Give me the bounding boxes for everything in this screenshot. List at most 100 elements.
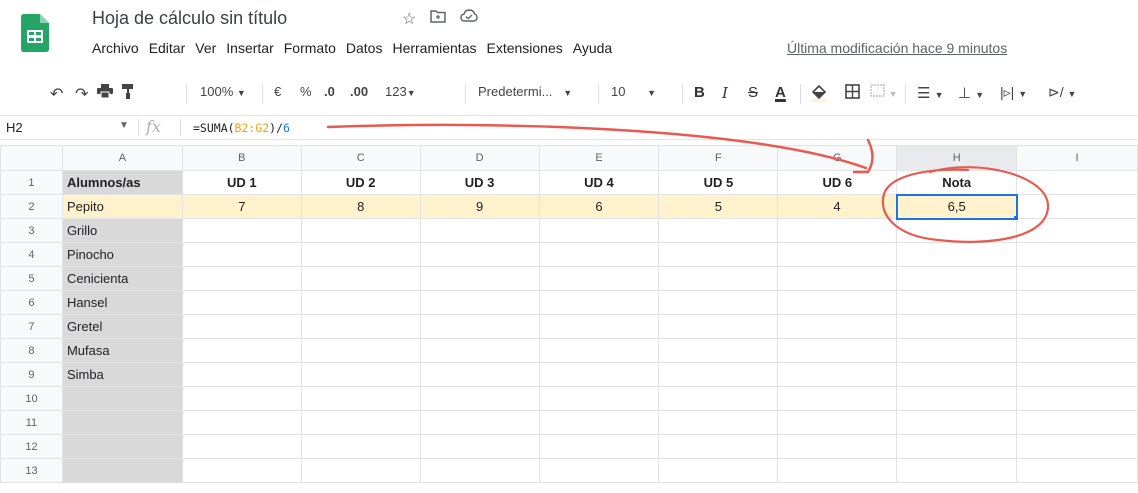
cell-i1[interactable] (1016, 170, 1138, 195)
undo-icon[interactable]: ↶ (50, 84, 63, 104)
cell[interactable] (777, 458, 898, 483)
cell[interactable] (300, 218, 421, 243)
cell[interactable] (419, 314, 540, 339)
cell-a5[interactable]: Cenicienta (61, 266, 183, 291)
cell[interactable] (777, 386, 898, 411)
cell[interactable] (777, 242, 898, 267)
chevron-down-icon[interactable]: ▼ (119, 120, 129, 131)
cell[interactable] (419, 266, 540, 291)
cell[interactable] (777, 410, 898, 435)
cell[interactable] (538, 242, 660, 267)
cell-f2[interactable]: 5 (658, 194, 779, 219)
cell[interactable] (181, 314, 302, 339)
fill-color-icon[interactable] (810, 84, 828, 105)
text-rotation-icon[interactable]: ⊳/ ▼ (1048, 84, 1076, 101)
cell-e2[interactable]: 6 (538, 194, 660, 219)
menu-ver[interactable]: Ver (195, 40, 216, 56)
cell[interactable] (538, 290, 660, 315)
cell-d1[interactable]: UD 3 (419, 170, 540, 195)
column-header-i[interactable]: I (1016, 145, 1138, 171)
cell[interactable] (896, 338, 1018, 363)
cell[interactable] (777, 434, 898, 459)
cell[interactable] (181, 362, 302, 387)
row-header[interactable]: 13 (0, 458, 63, 483)
cell-a12[interactable] (61, 434, 183, 459)
cell[interactable] (658, 314, 779, 339)
menu-archivo[interactable]: Archivo (92, 40, 139, 56)
row-header[interactable]: 5 (0, 266, 63, 291)
cell[interactable] (896, 218, 1018, 243)
column-header-f[interactable]: F (658, 145, 779, 171)
cell[interactable] (538, 434, 660, 459)
row-header[interactable]: 4 (0, 242, 63, 267)
more-formats-button[interactable]: 123▼ (385, 84, 416, 99)
column-header-d[interactable]: D (419, 145, 540, 171)
cell-e1[interactable]: UD 4 (538, 170, 660, 195)
cell[interactable] (538, 266, 660, 291)
document-title[interactable]: Hoja de cálculo sin título (92, 8, 287, 29)
menu-extensiones[interactable]: Extensiones (486, 40, 562, 56)
fill-handle[interactable] (1012, 214, 1015, 217)
cell[interactable] (300, 362, 421, 387)
cell[interactable] (1016, 338, 1138, 363)
text-wrapping-icon[interactable]: |▹| ▼ (1000, 84, 1027, 101)
menu-editar[interactable]: Editar (149, 40, 186, 56)
cell[interactable] (896, 458, 1018, 483)
column-header-e[interactable]: E (538, 145, 660, 171)
cell-i2[interactable] (1016, 194, 1138, 219)
formula-input[interactable]: =SUMA(B2:G2)/6 (193, 121, 290, 135)
print-icon[interactable] (97, 84, 113, 101)
cell[interactable] (896, 386, 1018, 411)
cell-a13[interactable] (61, 458, 183, 483)
cell[interactable] (181, 290, 302, 315)
cell[interactable] (419, 218, 540, 243)
cell[interactable] (181, 386, 302, 411)
row-header[interactable]: 10 (0, 386, 63, 411)
cell[interactable] (658, 218, 779, 243)
cell[interactable] (181, 218, 302, 243)
cell[interactable] (300, 410, 421, 435)
cell-h2-active[interactable]: 6,5 (895, 193, 1018, 220)
cell[interactable] (1016, 434, 1138, 459)
paint-format-icon[interactable] (122, 84, 134, 102)
font-select[interactable]: Predetermi... ▼ (478, 84, 572, 99)
cell[interactable] (1016, 266, 1138, 291)
cell[interactable] (538, 386, 660, 411)
cell[interactable] (777, 218, 898, 243)
cell[interactable] (300, 314, 421, 339)
cell[interactable] (658, 290, 779, 315)
cell[interactable] (538, 218, 660, 243)
cell[interactable] (658, 242, 779, 267)
italic-button[interactable]: I (722, 84, 728, 102)
cell-a7[interactable]: Gretel (61, 314, 183, 339)
cell[interactable] (181, 434, 302, 459)
borders-icon[interactable] (845, 84, 860, 102)
menu-ayuda[interactable]: Ayuda (573, 40, 612, 56)
cell-c1[interactable]: UD 2 (300, 170, 421, 195)
row-header[interactable]: 8 (0, 338, 63, 363)
cell[interactable] (658, 386, 779, 411)
cell-a3[interactable]: Grillo (61, 218, 183, 243)
cell[interactable] (538, 458, 660, 483)
cell[interactable] (896, 290, 1018, 315)
cell[interactable] (419, 362, 540, 387)
cell[interactable] (538, 314, 660, 339)
cell-g2[interactable]: 4 (777, 194, 898, 219)
decrease-decimals-button[interactable]: .0 (324, 84, 335, 99)
cell[interactable] (896, 362, 1018, 387)
menu-herramientas[interactable]: Herramientas (392, 40, 476, 56)
vertical-align-icon[interactable]: ⊥ ▼ (958, 84, 984, 102)
cell-f1[interactable]: UD 5 (658, 170, 779, 195)
cell[interactable] (538, 410, 660, 435)
currency-button[interactable]: € (274, 84, 281, 99)
redo-icon[interactable]: ↷ (75, 84, 88, 104)
cell[interactable] (419, 458, 540, 483)
cell-a1[interactable]: Alumnos/as (61, 170, 183, 195)
cell[interactable] (419, 410, 540, 435)
cell[interactable] (419, 338, 540, 363)
row-header[interactable]: 3 (0, 218, 63, 243)
cell[interactable] (1016, 290, 1138, 315)
merge-cells-icon[interactable]: ▼ (870, 84, 898, 100)
cell[interactable] (419, 242, 540, 267)
cell-a11[interactable] (61, 410, 183, 435)
